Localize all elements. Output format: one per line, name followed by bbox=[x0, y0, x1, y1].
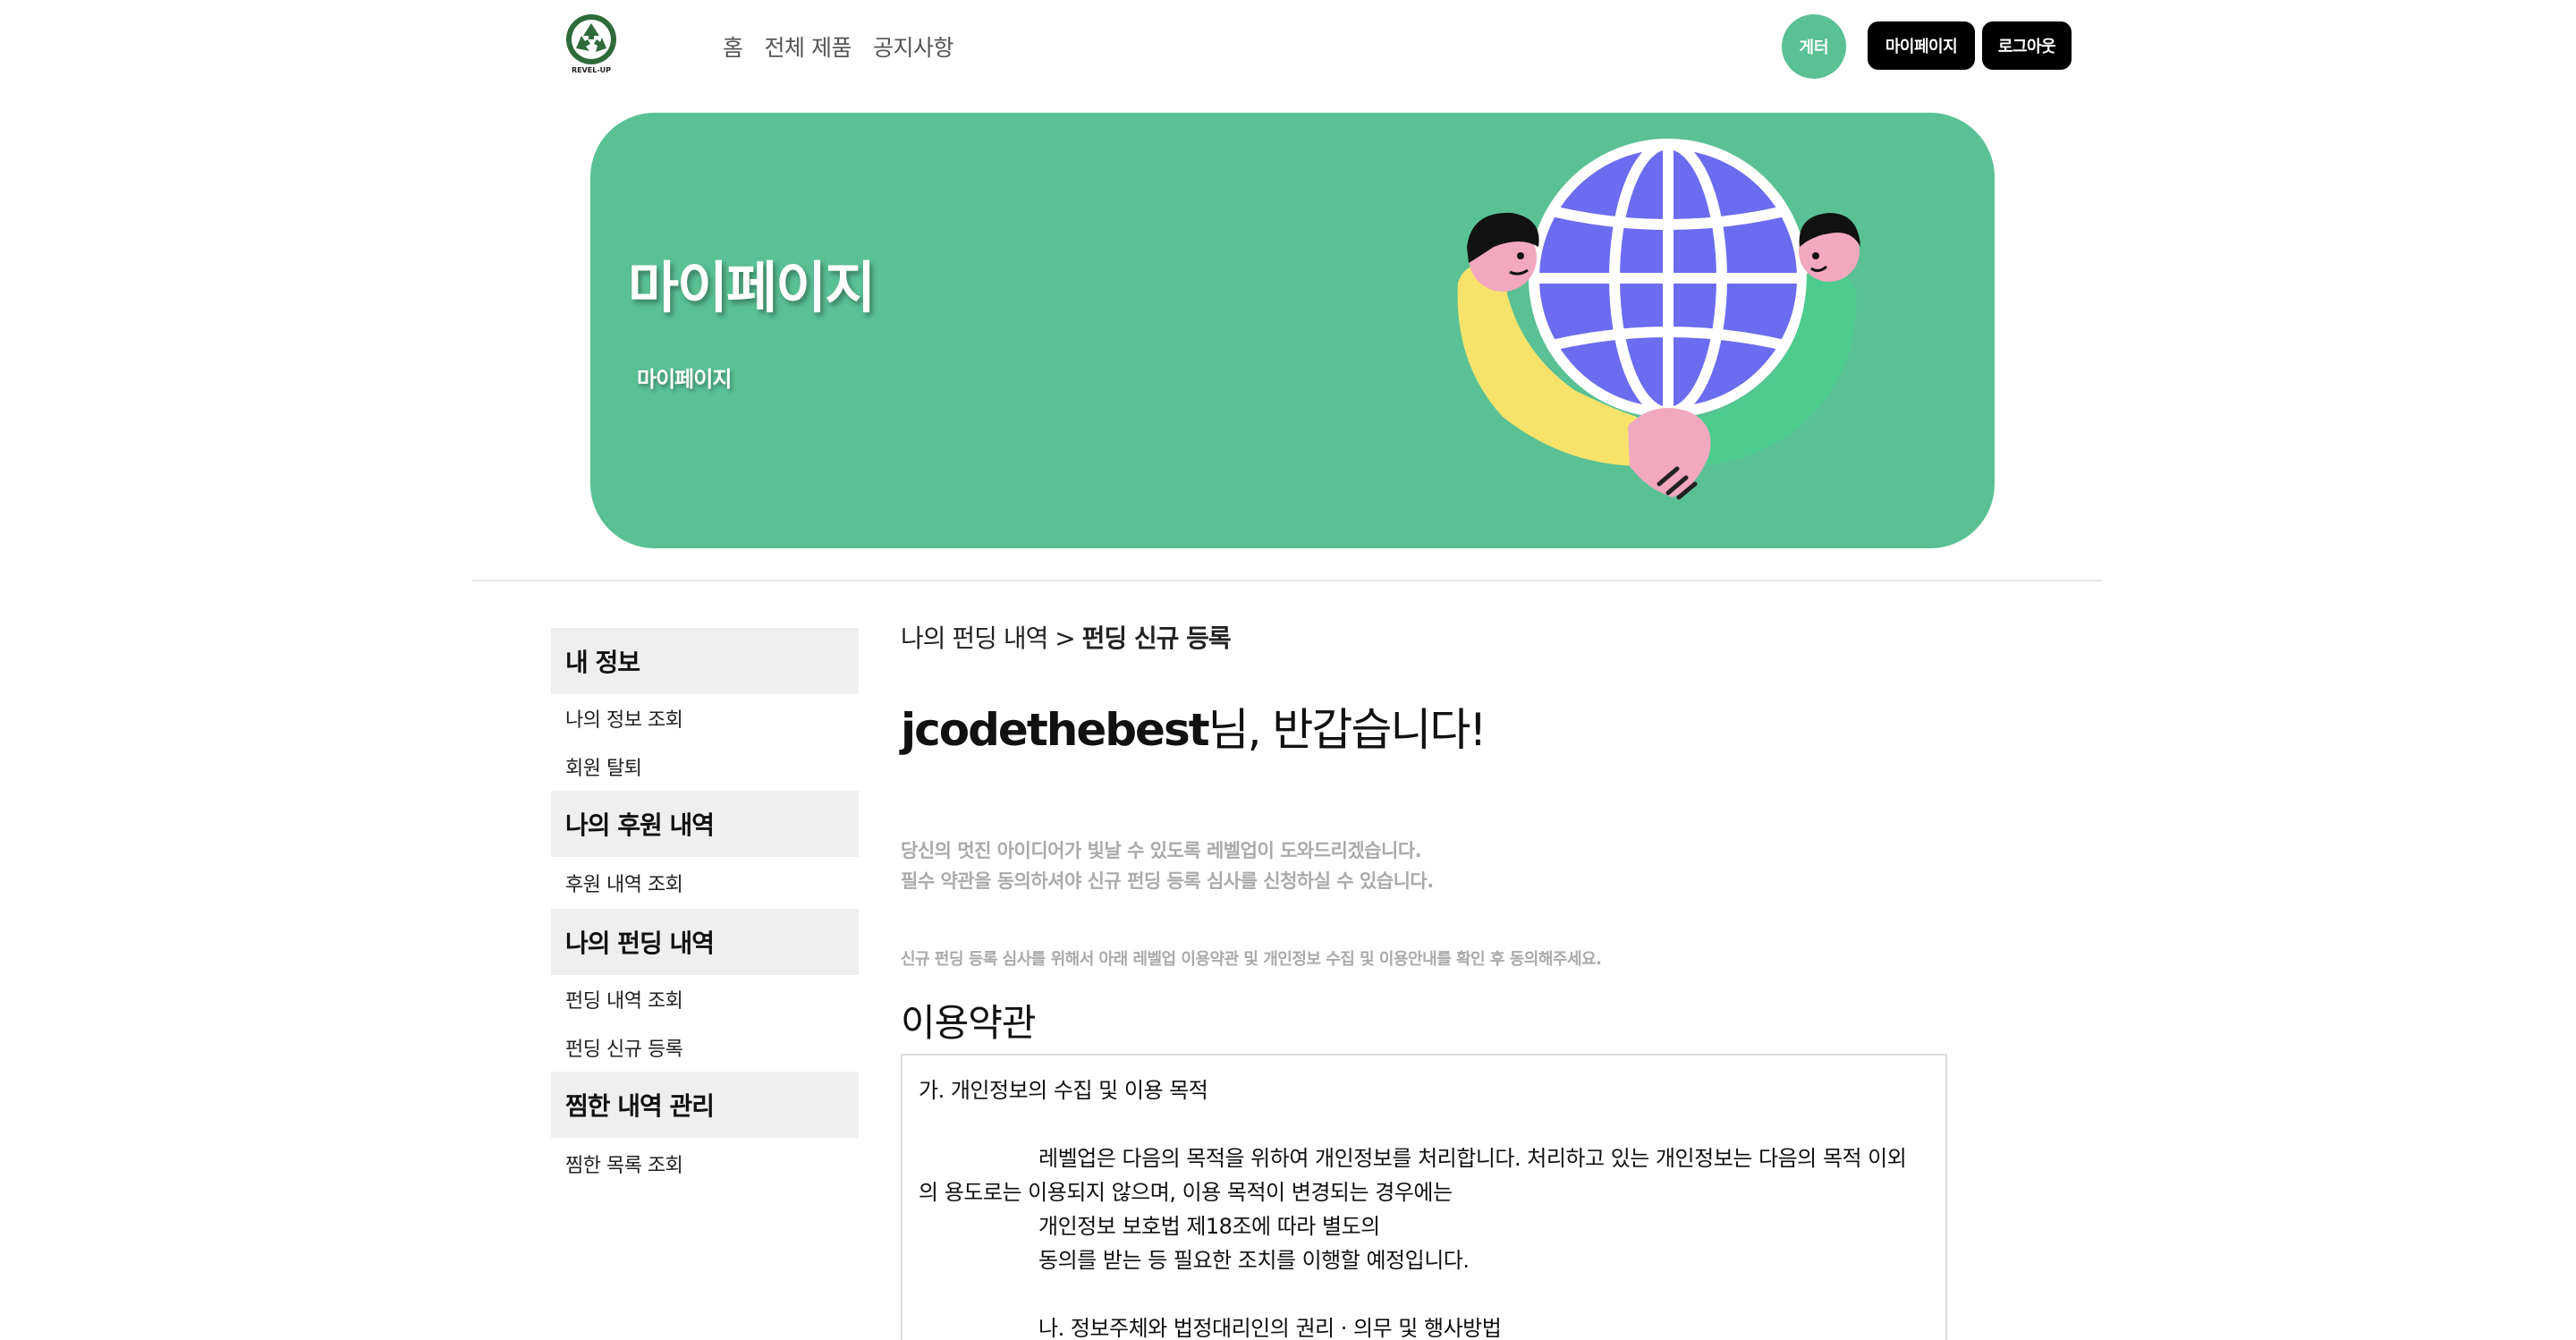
section-divider bbox=[472, 580, 2102, 581]
recycle-icon bbox=[566, 14, 616, 64]
nav-notices[interactable]: 공지사항 bbox=[873, 30, 954, 63]
main-nav: 홈 전체 제품 공지사항 bbox=[723, 30, 953, 63]
hero-banner: 마이페이지 마이페이지 bbox=[590, 113, 1995, 548]
banner-title: 마이페이지 bbox=[628, 255, 876, 320]
globe-handshake-illustration bbox=[1457, 139, 1860, 500]
sidebar-item-view-wishlist[interactable]: 찜한 목록 조회 bbox=[551, 1138, 859, 1190]
sidebar-item-withdraw[interactable]: 회원 탈퇴 bbox=[551, 742, 859, 791]
user-badge[interactable]: 게터 bbox=[1782, 14, 1846, 79]
terms-para-a1: 레벨업은 다음의 목적을 위하여 개인정보를 처리합니다. 처리하고 있는 개인… bbox=[1038, 1146, 1907, 1171]
sidebar-item-new-funding[interactable]: 펀딩 신규 등록 bbox=[551, 1023, 859, 1072]
terms-scroll-box[interactable]: 가. 개인정보의 수집 및 이용 목적 레벨업은 다음의 목적을 위하여 개인정… bbox=[901, 1054, 1947, 1340]
logout-button[interactable]: 로그아웃 bbox=[1982, 21, 2072, 70]
greeting-username: jcodethebest bbox=[901, 704, 1210, 756]
mypage-sidebar: 내 정보 나의 정보 조회 회원 탈퇴 나의 후원 내역 후원 내역 조회 나의… bbox=[551, 628, 859, 1190]
terms-para-a4: 동의를 받는 등 필요한 조치를 이행할 예정입니다. bbox=[1038, 1248, 1470, 1273]
nav-all-products[interactable]: 전체 제품 bbox=[765, 30, 852, 63]
terms-para-a3: 개인정보 보호법 제18조에 따라 별도의 bbox=[1038, 1214, 1380, 1239]
sidebar-item-view-fundings[interactable]: 펀딩 내역 조회 bbox=[551, 975, 859, 1023]
terms-para-a2: 의 용도로는 이용되지 않으며, 이용 목적이 변경되는 경우에는 bbox=[919, 1180, 1453, 1205]
intro-line-2: 필수 약관을 동의하셔야 신규 펀딩 등록 심사를 신청하실 수 있습니다. bbox=[901, 870, 1434, 892]
greeting-suffix: 님, 반갑습니다! bbox=[1208, 704, 1487, 756]
nav-home[interactable]: 홈 bbox=[723, 30, 743, 63]
terms-heading-a: 가. 개인정보의 수집 및 이용 목적 bbox=[919, 1078, 1208, 1103]
intro-description: 당신의 멋진 아이디어가 빛날 수 있도록 레벨업이 도와드리겠습니다. 필수 … bbox=[901, 835, 1434, 896]
sidebar-heading-my-info: 내 정보 bbox=[551, 628, 859, 694]
brand-logo[interactable]: REVEL-UP bbox=[560, 13, 623, 82]
greeting: jcodethebest님, 반갑습니다! bbox=[901, 694, 1487, 759]
sidebar-heading-wishlist: 찜한 내역 관리 bbox=[551, 1072, 859, 1138]
sidebar-heading-donations: 나의 후원 내역 bbox=[551, 791, 859, 857]
breadcrumb: 나의 펀딩 내역 > 펀딩 신규 등록 bbox=[901, 619, 1232, 655]
sidebar-heading-fundings: 나의 펀딩 내역 bbox=[551, 909, 859, 975]
terms-title: 이용약관 bbox=[901, 1001, 1037, 1045]
sidebar-item-view-donations[interactable]: 후원 내역 조회 bbox=[551, 857, 859, 909]
intro-line-1: 당신의 멋진 아이디어가 빛날 수 있도록 레벨업이 도와드리겠습니다. bbox=[901, 840, 1422, 861]
terms-heading-b: 나. 정보주체와 법정대리인의 권리 · 의무 및 행사방법 bbox=[1038, 1316, 1502, 1340]
breadcrumb-parent[interactable]: 나의 펀딩 내역 > bbox=[901, 623, 1082, 653]
breadcrumb-current: 펀딩 신규 등록 bbox=[1081, 623, 1232, 653]
logo-text: REVEL-UP bbox=[571, 66, 612, 74]
mypage-button[interactable]: 마이페이지 bbox=[1868, 21, 1975, 70]
page-root: REVEL-UP 홈 전체 제품 공지사항 게터 마이페이지 로그아웃 마이페이… bbox=[0, 0, 2576, 1340]
terms-note: 신규 펀딩 등록 심사를 위해서 아래 레벨업 이용약관 및 개인정보 수집 및… bbox=[901, 950, 1602, 969]
banner-subtitle: 마이페이지 bbox=[637, 367, 732, 392]
sidebar-item-view-my-info[interactable]: 나의 정보 조회 bbox=[551, 694, 859, 742]
